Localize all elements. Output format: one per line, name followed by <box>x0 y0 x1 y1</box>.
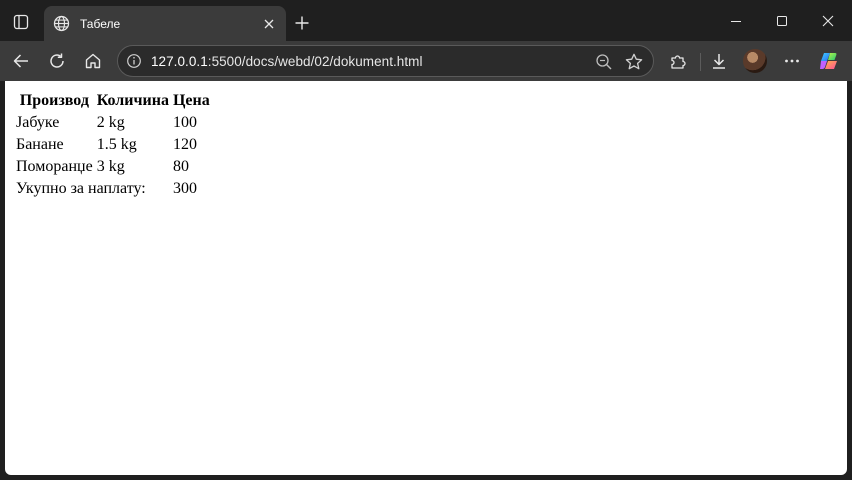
url-host: 127.0.0.1 <box>151 54 208 69</box>
profile-avatar[interactable] <box>743 49 767 73</box>
new-tab-button[interactable] <box>290 11 314 35</box>
header-quantity: Количина <box>96 92 169 109</box>
table-row: Банане 1.5 kg 120 <box>15 135 211 155</box>
browser-toolbar: 127.0.0.1:5500/docs/webd/02/dokument.htm… <box>0 41 852 81</box>
star-icon[interactable] <box>624 52 644 72</box>
active-tab[interactable]: Табеле <box>44 6 286 41</box>
tab-actions-icon <box>13 14 29 30</box>
header-price: Цена <box>172 92 210 109</box>
tab-strip: Табеле <box>0 0 852 41</box>
url-path: :5500/docs/webd/02/dokument.html <box>207 54 423 69</box>
total-label: Укупно за наплату: <box>16 180 146 197</box>
extensions-button[interactable] <box>664 47 692 75</box>
cell-price: 100 <box>172 114 197 131</box>
reload-icon <box>48 52 66 70</box>
table-header-row: Производ Количина Цена <box>15 91 211 111</box>
minimize-button[interactable] <box>721 8 751 34</box>
cell-quantity: 1.5 kg <box>96 136 137 153</box>
tab-title: Табеле <box>80 16 121 31</box>
cell-product: Поморанџе <box>16 158 93 175</box>
settings-menu-button[interactable] <box>778 47 806 75</box>
cell-quantity: 3 kg <box>96 158 125 175</box>
reload-button[interactable] <box>43 47 71 75</box>
back-button[interactable] <box>7 47 35 75</box>
toolbar-separator <box>700 53 701 71</box>
cell-price: 120 <box>172 136 197 153</box>
puzzle-icon <box>669 52 687 70</box>
close-window-icon <box>822 15 834 27</box>
tab-actions-button[interactable] <box>8 9 34 35</box>
table-row: Јабуке 2 kg 100 <box>15 113 211 133</box>
cell-quantity: 2 kg <box>96 114 125 131</box>
download-icon <box>710 52 728 70</box>
cell-product: Јабуке <box>16 114 60 131</box>
plus-icon <box>294 15 310 31</box>
downloads-button[interactable] <box>705 47 733 75</box>
page-viewport: Производ Количина Цена Јабуке 2 kg 100 Б… <box>5 81 847 475</box>
product-table: Производ Количина Цена Јабуке 2 kg 100 Б… <box>13 89 213 201</box>
copilot-icon <box>818 50 840 72</box>
close-window-button[interactable] <box>813 8 843 34</box>
maximize-icon <box>776 15 788 27</box>
back-arrow-icon <box>12 52 30 70</box>
window-bottom-edge <box>0 475 852 480</box>
cell-product: Банане <box>16 136 64 153</box>
header-product: Производ <box>19 92 89 109</box>
home-icon <box>84 52 102 70</box>
zoom-out-icon[interactable] <box>594 52 614 72</box>
table-row: Поморанџе 3 kg 80 <box>15 157 211 177</box>
total-value: 300 <box>172 180 197 197</box>
table-total-row: Укупно за наплату: 300 <box>15 179 211 199</box>
minimize-icon <box>730 15 742 27</box>
maximize-button[interactable] <box>767 8 797 34</box>
ellipsis-icon <box>783 52 801 70</box>
cell-price: 80 <box>172 158 189 175</box>
info-icon[interactable] <box>126 53 142 69</box>
close-icon <box>264 19 274 29</box>
copilot-button[interactable] <box>815 47 843 75</box>
url-text[interactable]: 127.0.0.1:5500/docs/webd/02/dokument.htm… <box>151 54 423 69</box>
home-button[interactable] <box>79 47 107 75</box>
close-tab-button[interactable] <box>258 13 280 35</box>
globe-icon <box>52 15 70 33</box>
address-bar[interactable]: 127.0.0.1:5500/docs/webd/02/dokument.htm… <box>117 45 654 77</box>
